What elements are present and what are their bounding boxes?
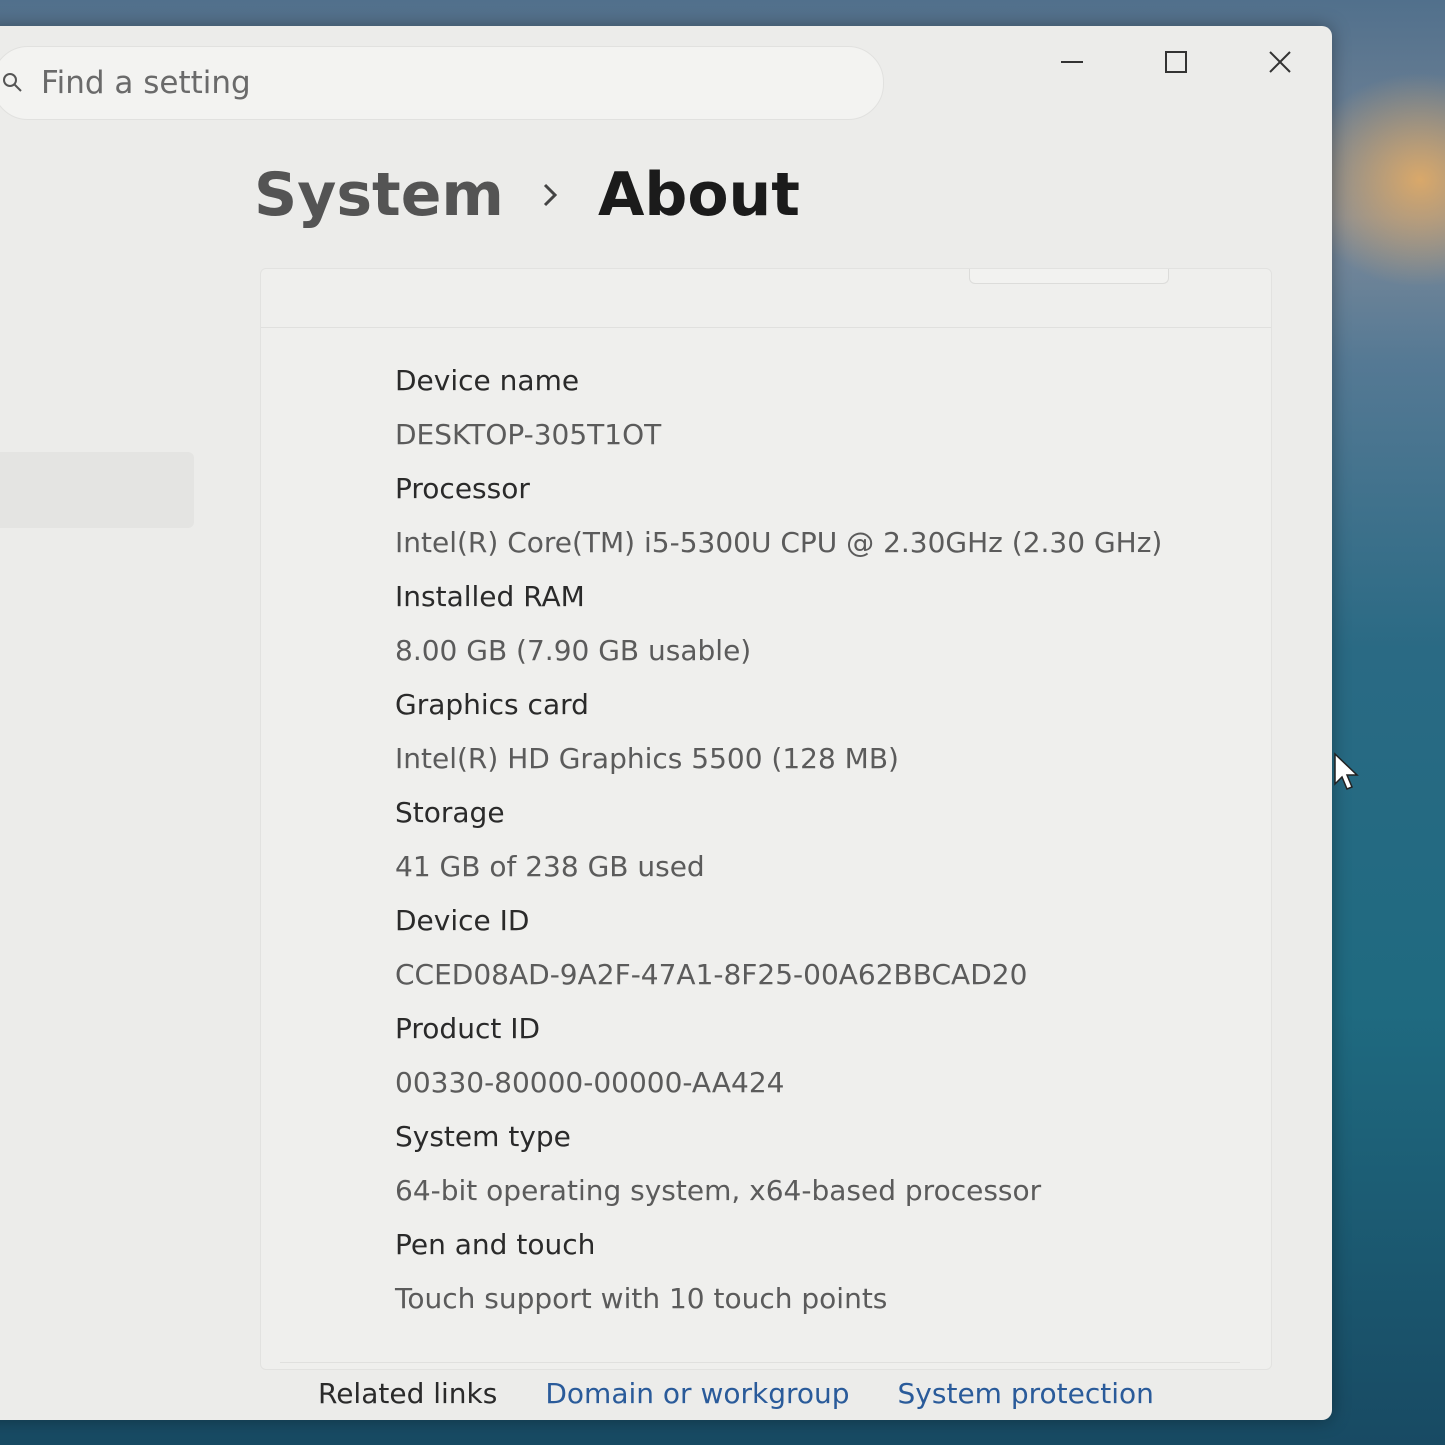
minimize-button[interactable]: [1020, 26, 1124, 98]
settings-window: System About Device name DESKTOP-305T1OT…: [0, 26, 1332, 1420]
spec-label-system-type: System type: [395, 1120, 571, 1153]
minimize-icon: [1061, 61, 1083, 63]
search-icon: [0, 65, 31, 101]
spec-label-processor: Processor: [395, 472, 530, 505]
copy-button[interactable]: [969, 269, 1169, 284]
spec-label-device-name: Device name: [395, 364, 580, 397]
close-button[interactable]: [1228, 26, 1332, 98]
search-input[interactable]: [39, 64, 743, 102]
window-controls: [1020, 26, 1332, 106]
system-protection-link[interactable]: System protection: [898, 1377, 1154, 1410]
spec-value-device-name: DESKTOP-305T1OT: [395, 418, 662, 451]
spec-list: Device name DESKTOP-305T1OT Processor In…: [395, 353, 1162, 1325]
card-header: [261, 269, 1271, 328]
sidebar-item-selected[interactable]: [0, 452, 194, 528]
maximize-icon: [1165, 51, 1187, 73]
breadcrumb: System About: [254, 160, 800, 230]
spec-value-installed-ram: 8.00 GB (7.90 GB usable): [395, 634, 752, 667]
spec-value-product-id: 00330-80000-00000-AA424: [395, 1066, 785, 1099]
close-icon: [1269, 51, 1291, 73]
search-box[interactable]: [0, 46, 884, 120]
chevron-right-icon: [542, 182, 558, 208]
spec-value-storage: 41 GB of 238 GB used: [395, 850, 705, 883]
spec-label-storage: Storage: [395, 796, 505, 829]
spec-label-installed-ram: Installed RAM: [395, 580, 585, 613]
page-title: About: [597, 160, 800, 230]
device-specifications-card: Device name DESKTOP-305T1OT Processor In…: [260, 268, 1272, 1370]
related-links: Related links Domain or workgroup System…: [280, 1362, 1240, 1420]
spec-label-product-id: Product ID: [395, 1012, 541, 1045]
spec-value-system-type: 64-bit operating system, x64-based proce…: [395, 1174, 1042, 1207]
spec-label-device-id: Device ID: [395, 904, 530, 937]
spec-value-pen-and-touch: Touch support with 10 touch points: [395, 1282, 888, 1315]
spec-label-graphics-card: Graphics card: [395, 688, 589, 721]
mouse-pointer-icon: [1333, 752, 1361, 796]
maximize-button[interactable]: [1124, 26, 1228, 98]
spec-value-processor: Intel(R) Core(TM) i5-5300U CPU @ 2.30GHz…: [395, 526, 1163, 559]
spec-value-device-id: CCED08AD-9A2F-47A1-8F25-00A62BBCAD20: [395, 958, 1028, 991]
domain-or-workgroup-link[interactable]: Domain or workgroup: [545, 1377, 849, 1410]
breadcrumb-system[interactable]: System: [254, 160, 504, 230]
related-links-label: Related links: [318, 1376, 498, 1410]
spec-value-graphics-card: Intel(R) HD Graphics 5500 (128 MB): [395, 742, 899, 775]
spec-label-pen-and-touch: Pen and touch: [395, 1228, 596, 1261]
